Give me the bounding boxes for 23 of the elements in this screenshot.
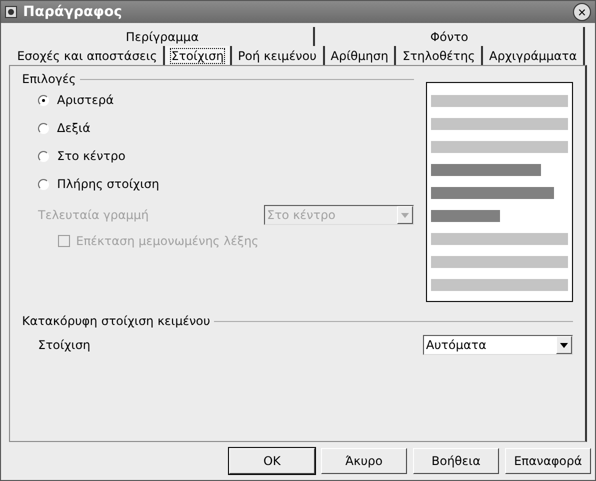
- group-title: Κατακόρυφη στοίχιση κειμένου: [22, 314, 210, 328]
- radio-option[interactable]: Δεξιά: [38, 114, 414, 142]
- dialog-button[interactable]: Βοήθεια: [413, 448, 499, 474]
- radio-button[interactable]: [38, 122, 49, 134]
- dialog-button[interactable]: OK: [229, 448, 315, 474]
- radio-option[interactable]: Αριστερά: [38, 86, 414, 114]
- field-label: Τελευταία γραμμή: [38, 208, 149, 222]
- close-button[interactable]: ×: [573, 3, 591, 21]
- radio-button[interactable]: [38, 94, 49, 106]
- radio-option[interactable]: Στο κέντρο: [38, 142, 414, 170]
- radio-button[interactable]: [38, 150, 49, 162]
- tab[interactable]: Στοίχιση: [165, 46, 232, 65]
- caret-icon: [401, 212, 409, 218]
- dropdown[interactable]: Αυτόματα: [423, 335, 573, 355]
- window-title: Παράγραφος: [23, 4, 124, 20]
- field-label: Στοίχιση: [38, 338, 90, 352]
- radio-option[interactable]: Πλήρης στοίχιση: [38, 170, 414, 198]
- group-title: Επιλογές: [22, 72, 76, 86]
- dialog-button[interactable]: Επαναφορά: [505, 448, 591, 474]
- radio-button[interactable]: [38, 178, 49, 190]
- app-icon: [5, 6, 17, 18]
- dialog-button[interactable]: Άκυρο: [321, 448, 407, 474]
- caret-icon: [560, 342, 568, 348]
